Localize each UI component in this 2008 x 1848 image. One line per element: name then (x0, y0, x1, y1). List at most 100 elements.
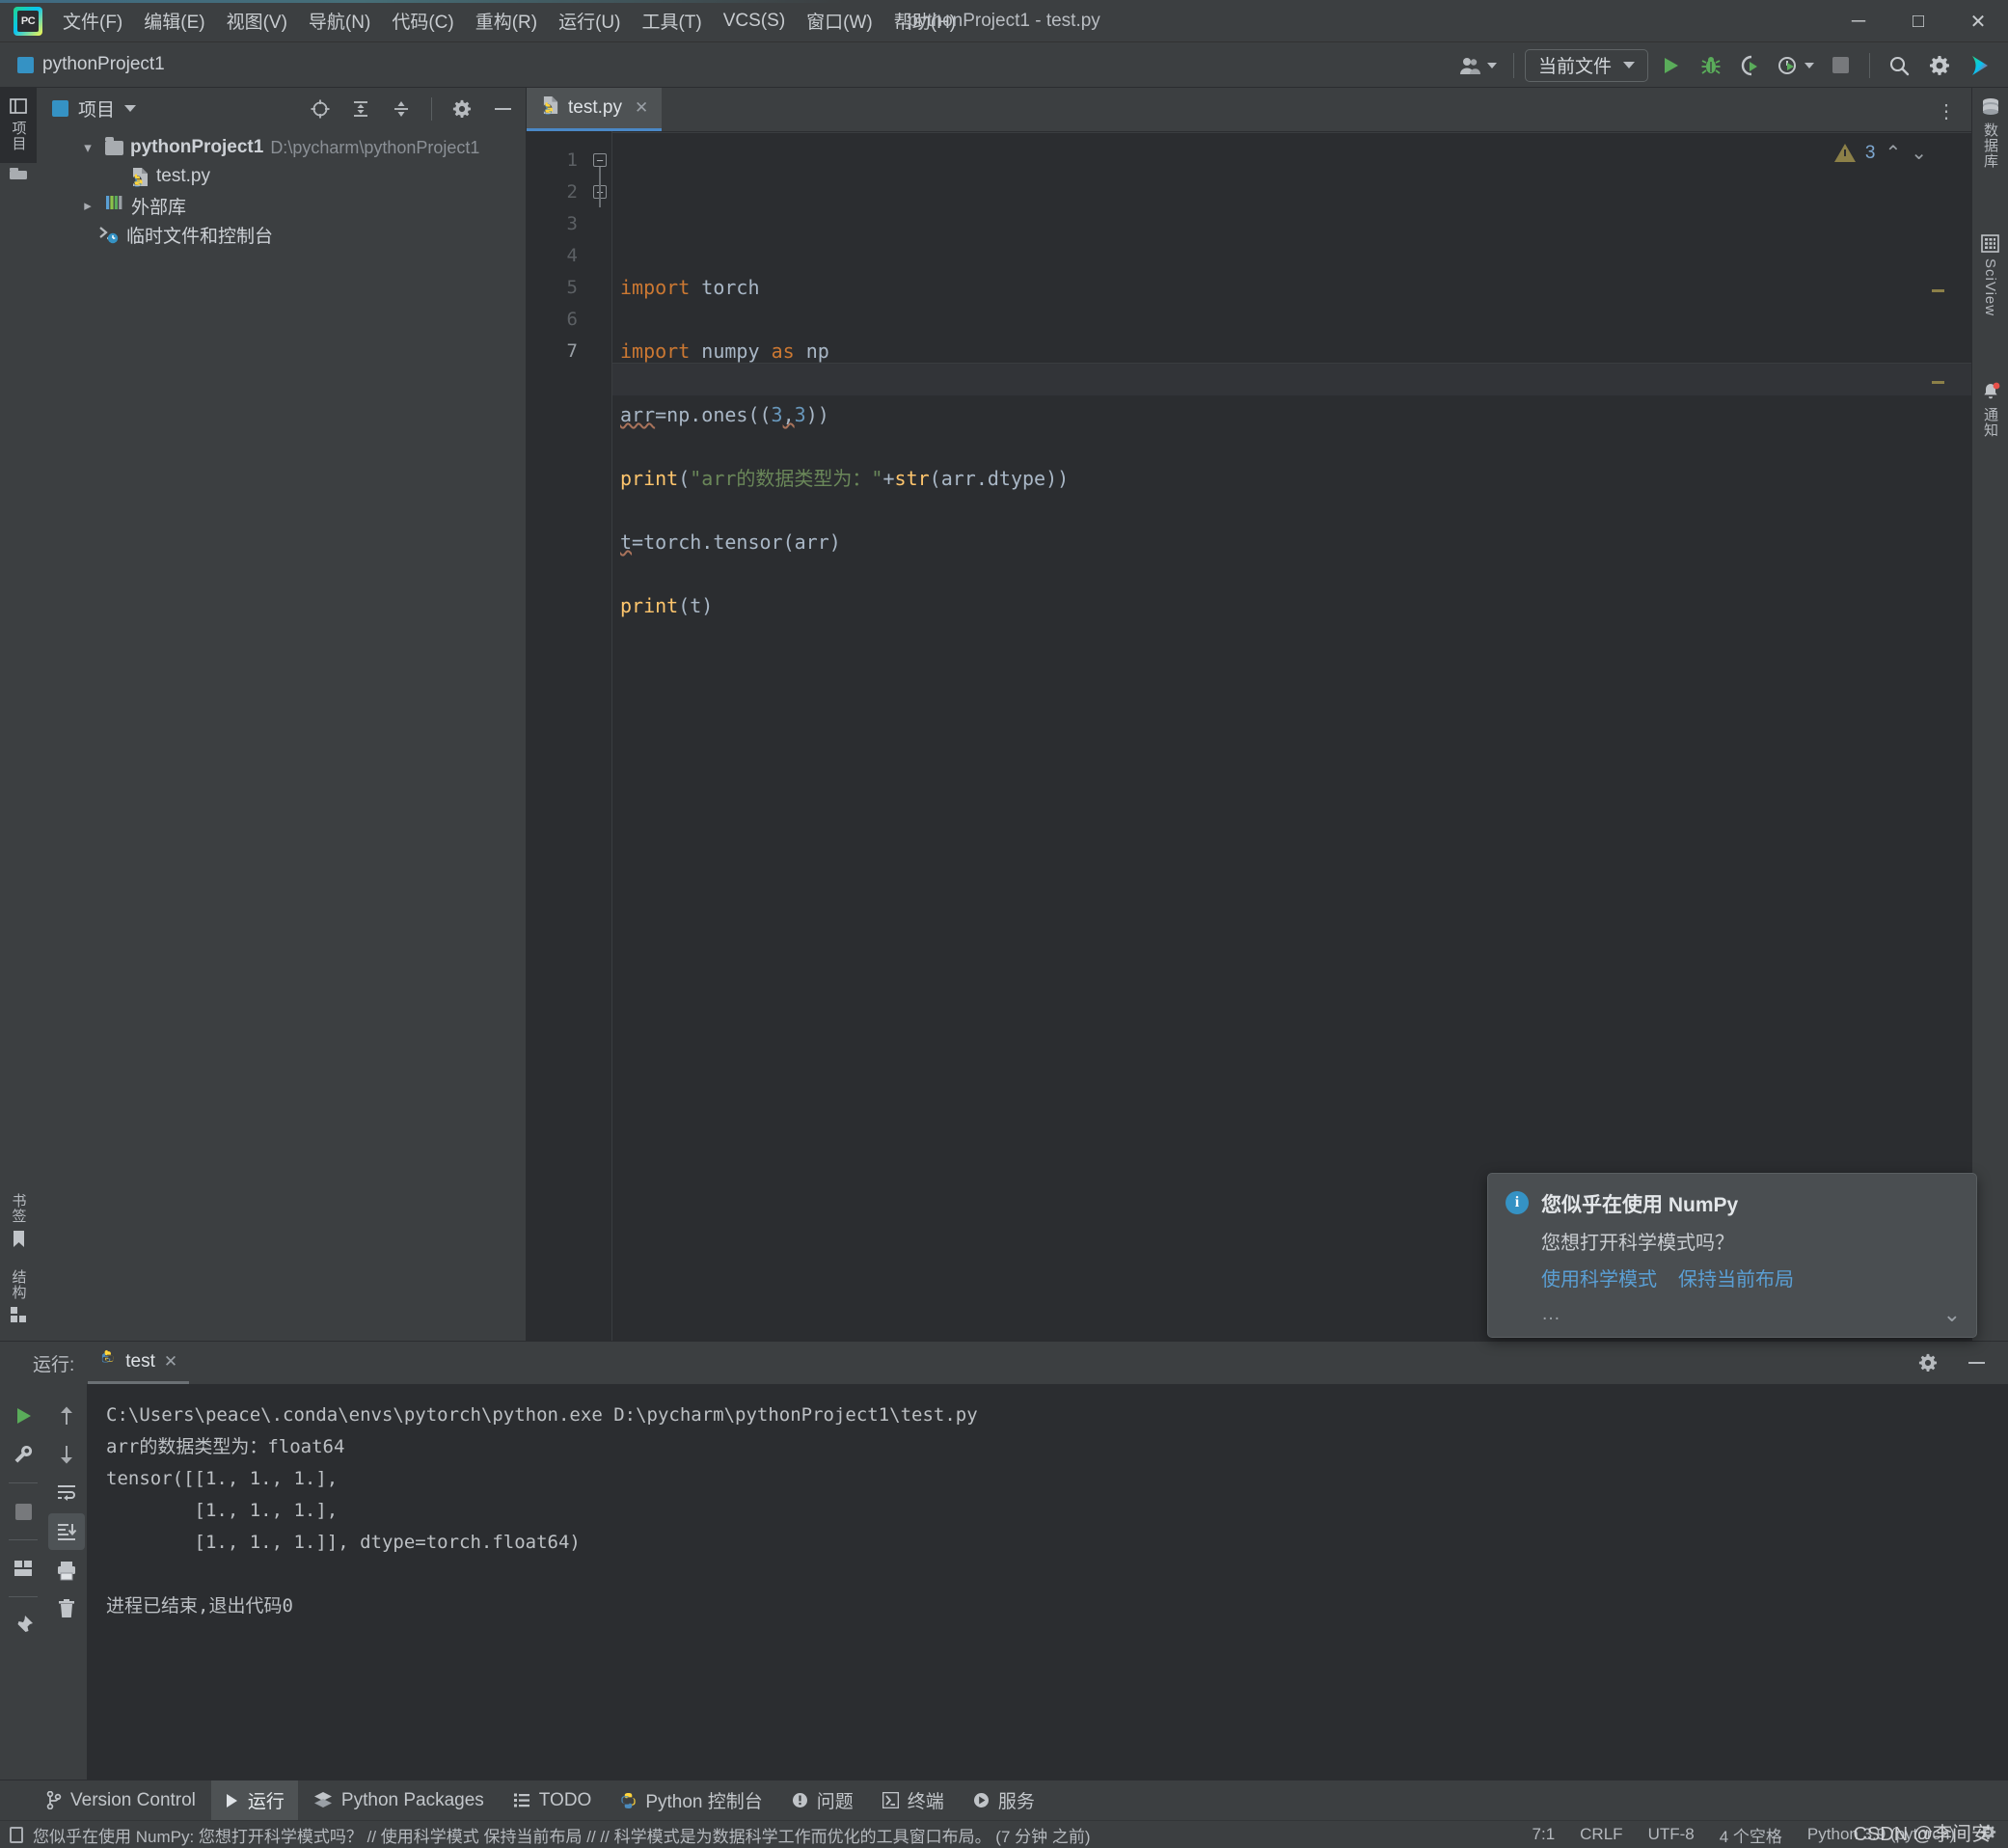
tool-window-problems[interactable]: 问题 (778, 1780, 867, 1821)
editor-tab-options-icon[interactable]: ⋮ (1937, 99, 1958, 123)
clear-all-button[interactable] (48, 1590, 85, 1627)
minimize-button[interactable]: ─ (1829, 0, 1888, 42)
up-stacktrace-button[interactable] (48, 1398, 85, 1434)
tool-window-version-control[interactable]: Version Control (33, 1780, 209, 1821)
layout-button[interactable] (5, 1550, 41, 1587)
code-content[interactable]: import torch import numpy as np arr=np.o… (611, 131, 1971, 1341)
select-opened-file-icon[interactable] (305, 94, 336, 124)
chevron-down-icon (1623, 62, 1635, 68)
close-button[interactable]: ✕ (1948, 0, 2008, 42)
stop-button[interactable] (1822, 47, 1859, 84)
code-editor[interactable]: 1 2 3 4 5 6 7 − − import torch import nu… (527, 131, 1971, 1341)
chevron-down-icon[interactable]: ▾ (77, 139, 98, 156)
profile-button[interactable] (1774, 47, 1818, 84)
editor-tab-test-py[interactable]: test.py ✕ (527, 88, 662, 131)
rerun-button[interactable] (5, 1398, 41, 1434)
run-tool-window: 运行: test ✕ (0, 1341, 2008, 1780)
status-message[interactable]: 您似乎在使用 NumPy: 您想打开科学模式吗？ // 使用科学模式 保持当前布… (33, 1823, 1091, 1847)
notification-balloon[interactable]: i 您似乎在使用 NumPy 您想打开科学模式吗？ 使用科学模式 保持当前布局 … (1487, 1173, 1977, 1338)
balloon-more[interactable]: … (1541, 1303, 1959, 1325)
soft-wrap-button[interactable] (48, 1475, 85, 1511)
menu-navigate[interactable]: 导航(N) (298, 4, 381, 38)
line-number: 2 (527, 177, 578, 208)
modify-run-config-button[interactable] (5, 1436, 41, 1473)
caret-position[interactable]: 7:1 (1533, 1825, 1556, 1844)
sidebar-item-sciview-label: SciView (1982, 258, 1998, 316)
ai-assistant-button[interactable] (1962, 47, 1998, 84)
run-button[interactable] (1652, 47, 1689, 84)
console-line: C:\Users\peace\.conda\envs\pytorch\pytho… (106, 1404, 978, 1426)
use-scientific-mode-link[interactable]: 使用科学模式 (1541, 1264, 1657, 1291)
hide-icon[interactable] (1958, 1345, 1994, 1381)
print-button[interactable] (48, 1552, 85, 1589)
menu-view[interactable]: 视图(V) (216, 4, 298, 38)
tree-node-scratches[interactable]: 临时文件和控制台 (37, 220, 526, 249)
collapse-all-icon[interactable] (386, 94, 417, 124)
tool-window-python-packages[interactable]: Python Packages (300, 1780, 498, 1821)
tool-window-services[interactable]: 服务 (960, 1780, 1048, 1821)
tool-window-terminal[interactable]: 终端 (869, 1780, 958, 1821)
tool-window-todo[interactable]: TODO (500, 1780, 606, 1821)
sidebar-item-project[interactable]: 项目 (0, 88, 37, 163)
maximize-button[interactable]: □ (1888, 0, 1948, 42)
prev-problem-icon[interactable]: ⌃ (1885, 141, 1901, 165)
menu-run[interactable]: 运行(U) (548, 4, 631, 38)
keep-current-layout-link[interactable]: 保持当前布局 (1678, 1264, 1794, 1291)
sidebar-item-notifications[interactable]: 通知 (1972, 372, 2008, 449)
menu-code[interactable]: 代码(C) (381, 4, 464, 38)
fold-region-icon[interactable]: − (593, 153, 607, 167)
search-everywhere-button[interactable] (1881, 47, 1917, 84)
close-icon[interactable]: ✕ (164, 1352, 177, 1372)
hide-icon[interactable] (487, 94, 518, 124)
sidebar-item-database[interactable]: 数据库 (1972, 88, 2008, 180)
account-icon[interactable] (1453, 47, 1503, 84)
sidebar-item-structure[interactable]: 结构 (0, 1260, 37, 1341)
sidebar-item-commit[interactable] (0, 163, 37, 194)
line-separator[interactable]: CRLF (1580, 1825, 1622, 1844)
menu-refactor[interactable]: 重构(R) (465, 4, 548, 38)
menu-window[interactable]: 窗口(W) (796, 4, 883, 38)
gear-icon[interactable] (1910, 1345, 1946, 1381)
tree-node-test-py[interactable]: test.py (37, 162, 526, 191)
status-gear-icon[interactable] (1980, 1824, 1996, 1845)
scroll-to-end-button[interactable] (48, 1513, 85, 1550)
warning-stripe-mark[interactable] (1932, 381, 1944, 384)
sidebar-item-bookmarks[interactable]: 书签 (0, 1183, 37, 1260)
sidebar-item-sciview[interactable]: SciView (1972, 225, 2008, 328)
run-with-coverage-button[interactable] (1733, 47, 1770, 84)
menu-edit[interactable]: 编辑(E) (133, 4, 215, 38)
code-folding-gutter[interactable]: − − (590, 131, 611, 1341)
inspection-widget[interactable]: 3 ⌃ ⌄ (1834, 141, 1927, 165)
next-problem-icon[interactable]: ⌄ (1911, 141, 1927, 165)
file-encoding[interactable]: UTF-8 (1648, 1825, 1695, 1844)
console-output[interactable]: C:\Users\peace\.conda\envs\pytorch\pytho… (87, 1384, 2008, 1780)
expand-all-icon[interactable] (345, 94, 376, 124)
tree-node-external-libraries[interactable]: ▸ 外部库 (37, 191, 526, 220)
chevron-down-icon[interactable] (124, 105, 136, 112)
project-widget[interactable]: pythonProject1 (17, 54, 165, 75)
menu-vcs[interactable]: VCS(S) (713, 7, 796, 36)
chevron-down-icon[interactable]: ⌄ (1943, 1302, 1961, 1327)
pin-tab-button[interactable] (5, 1607, 41, 1644)
clock-run-icon (1777, 55, 1799, 76)
chevron-right-icon[interactable]: ▸ (77, 197, 98, 214)
indent-setting[interactable]: 4 个空格 (1720, 1823, 1782, 1847)
event-log-icon[interactable] (10, 1827, 23, 1843)
tool-window-run[interactable]: 运行 (211, 1780, 298, 1821)
tool-window-python-console[interactable]: Python 控制台 (607, 1780, 775, 1821)
gear-icon[interactable] (447, 94, 477, 124)
tree-node-project-root[interactable]: ▾ pythonProject1 D:\pycharm\pythonProjec… (37, 133, 526, 162)
menu-tools[interactable]: 工具(T) (631, 4, 712, 38)
close-icon[interactable]: ✕ (635, 98, 648, 118)
warning-stripe-mark[interactable] (1932, 289, 1944, 292)
down-stacktrace-button[interactable] (48, 1436, 85, 1473)
run-configuration-selector[interactable]: 当前文件 (1525, 49, 1648, 82)
stop-process-button[interactable] (5, 1493, 41, 1530)
settings-button[interactable] (1921, 47, 1958, 84)
python-interpreter[interactable]: Python 3.9 (pytorch) (1807, 1825, 1955, 1844)
error-stripe-rail[interactable] (1929, 174, 1944, 1341)
run-tab-test[interactable]: test ✕ (88, 1342, 189, 1384)
library-icon (105, 195, 124, 216)
menu-file[interactable]: 文件(F) (52, 4, 133, 38)
debug-button[interactable] (1693, 47, 1729, 84)
